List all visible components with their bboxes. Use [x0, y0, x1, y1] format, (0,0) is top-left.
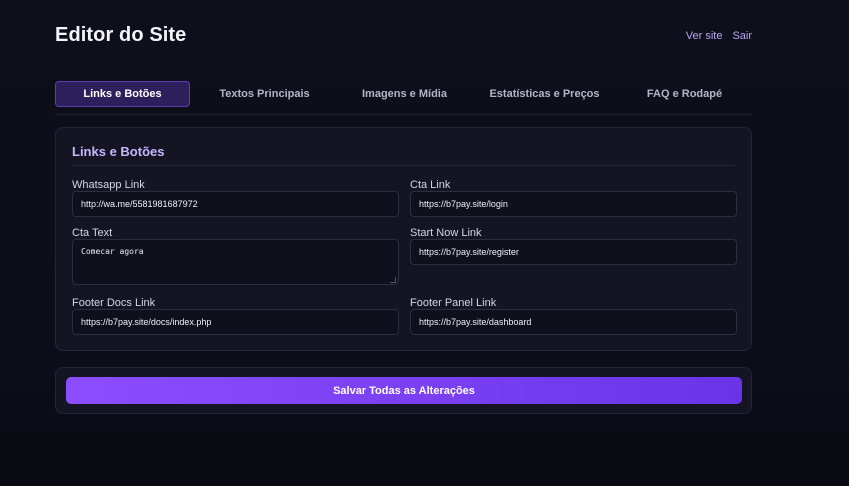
whatsapp-link-input[interactable]: [72, 191, 399, 217]
page-title: Editor do Site: [55, 24, 187, 46]
header-links: Ver site Sair: [686, 30, 752, 42]
logout-link[interactable]: Sair: [732, 30, 752, 42]
start-now-link-label: Start Now Link: [410, 227, 482, 239]
cta-link-input[interactable]: [410, 191, 737, 217]
card-title: Links e Botões: [72, 144, 165, 159]
page-footer-band: [0, 433, 849, 486]
footer-panel-link-label: Footer Panel Link: [410, 297, 497, 309]
view-site-link[interactable]: Ver site: [686, 30, 723, 42]
textarea-resize-handle[interactable]: [390, 277, 396, 283]
tab-stats-prices[interactable]: Estatísticas e Preços: [477, 81, 612, 107]
whatsapp-link-label: Whatsapp Link: [72, 179, 145, 191]
links-buttons-card: Links e Botões Whatsapp Link Cta Link Ct…: [55, 127, 752, 351]
card-divider: [72, 165, 735, 166]
footer-panel-link-input[interactable]: [410, 309, 737, 335]
header: Editor do Site Ver site Sair: [55, 0, 752, 70]
cta-text-textarea[interactable]: Comecar agora: [72, 239, 399, 285]
start-now-link-input[interactable]: [410, 239, 737, 265]
tab-links-buttons[interactable]: Links e Botões: [55, 81, 190, 107]
tab-faq-footer[interactable]: FAQ e Rodapé: [617, 81, 752, 107]
footer-docs-link-label: Footer Docs Link: [72, 297, 156, 309]
editor-container: Editor do Site Ver site Sair Links e Bot…: [55, 0, 752, 414]
save-panel: Salvar Todas as Alterações: [55, 367, 752, 414]
cta-text-label: Cta Text: [72, 227, 113, 239]
footer-docs-link-input[interactable]: [72, 309, 399, 335]
cta-link-label: Cta Link: [410, 179, 451, 191]
tab-bar: Links e Botões Textos Principais Imagens…: [55, 81, 752, 115]
tab-main-texts[interactable]: Textos Principais: [197, 81, 332, 107]
tab-images-media[interactable]: Imagens e Mídia: [337, 81, 472, 107]
page: Editor do Site Ver site Sair Links e Bot…: [0, 0, 849, 486]
save-all-button[interactable]: Salvar Todas as Alterações: [66, 377, 742, 404]
